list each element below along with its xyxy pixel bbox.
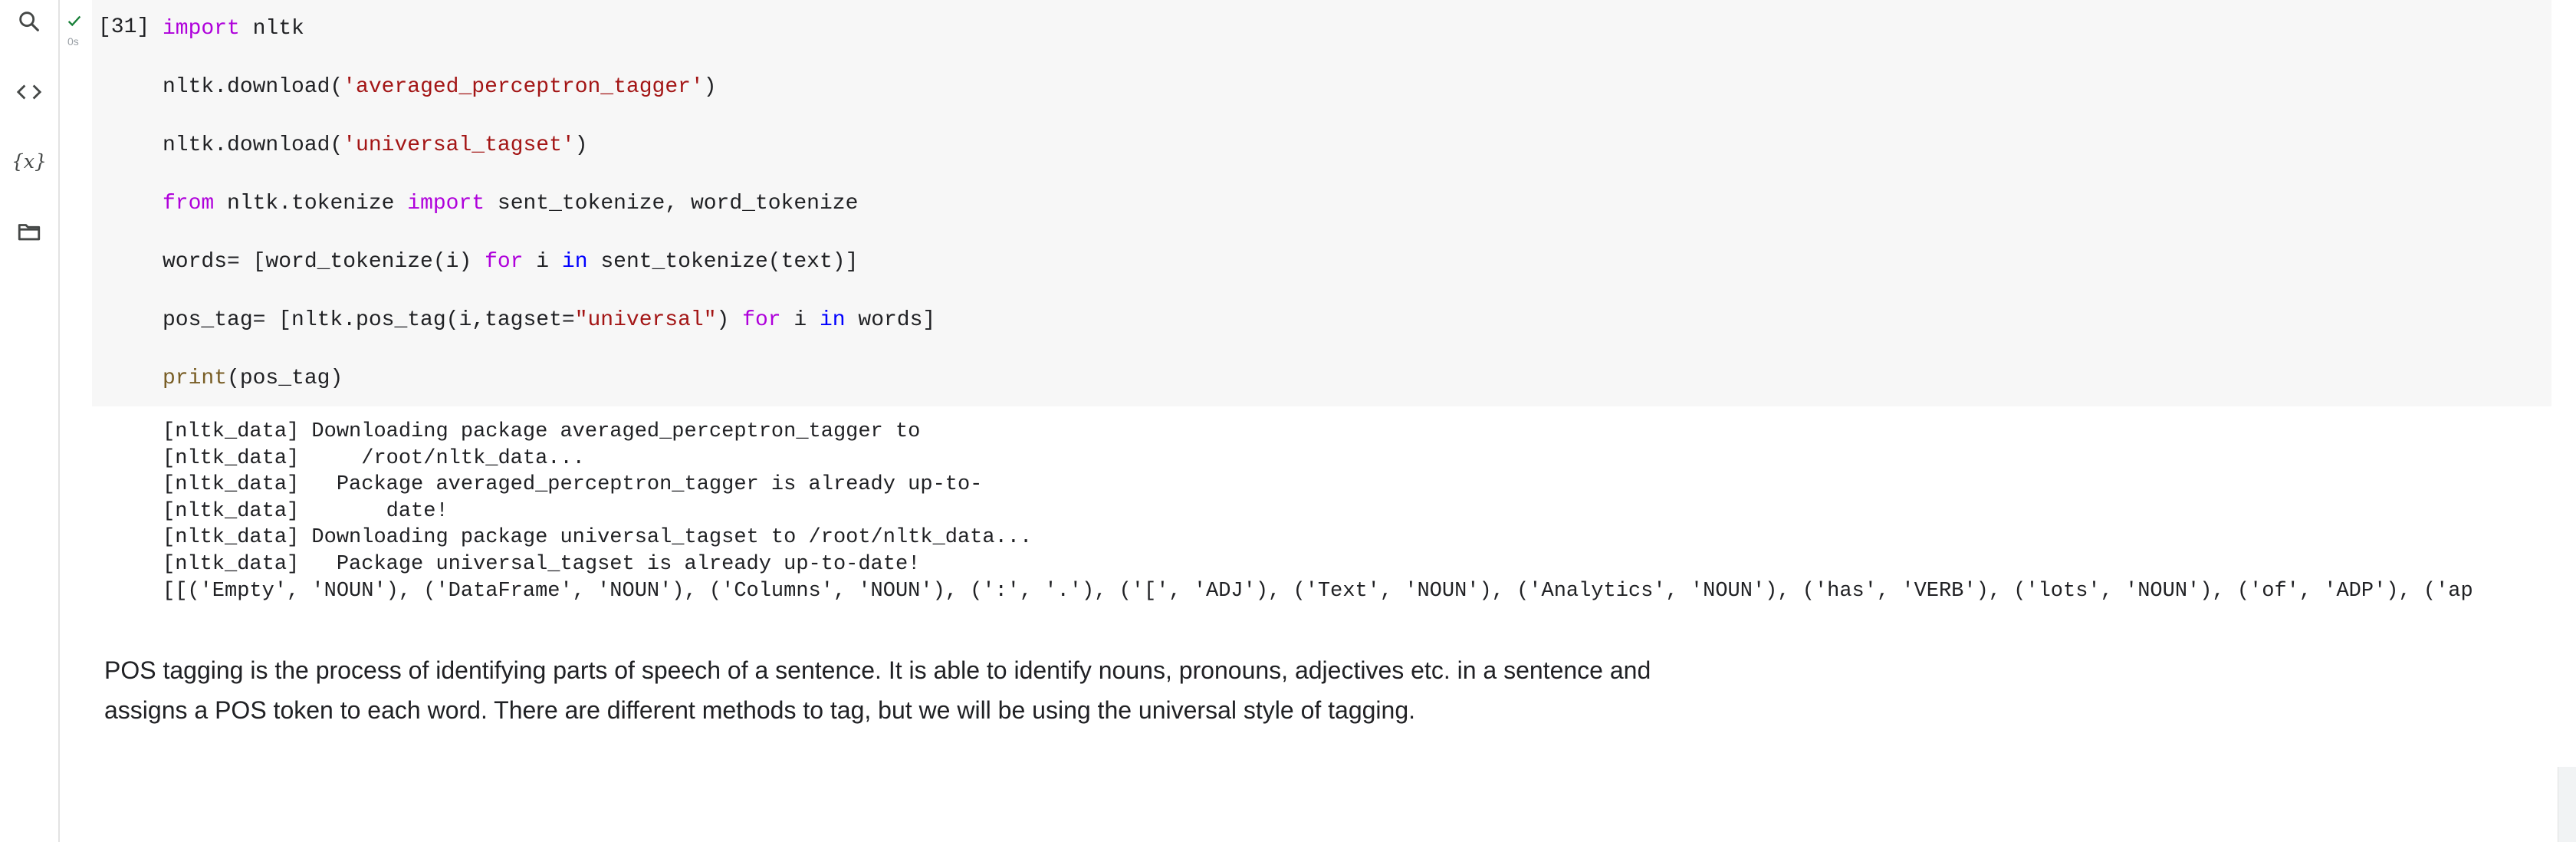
scrollbar[interactable] (2558, 767, 2576, 842)
code-token: nltk.tokenize (214, 192, 408, 215)
code-token: (pos_tag) (227, 367, 343, 390)
code-token: nltk (239, 17, 304, 41)
execution-time: 0s (67, 35, 79, 48)
text-cell-paragraph[interactable]: POS tagging is the process of identifyin… (104, 650, 1684, 730)
output-line: [nltk_data] Package universal_tagset is … (163, 552, 921, 576)
success-check-icon (67, 15, 81, 27)
output-line: [nltk_data] Package averaged_perceptron_… (163, 473, 983, 497)
code-token: words= [word_tokenize(i) (163, 250, 485, 274)
code-token: import (163, 17, 240, 41)
code-token: 'averaged_perceptron_tagger' (343, 75, 704, 99)
code-token: i (523, 250, 562, 274)
code-icon[interactable] (11, 74, 48, 110)
output-line: [nltk_data] Downloading package universa… (163, 526, 1033, 550)
code-line: print(pos_tag) (163, 365, 343, 393)
code-token: from (163, 192, 215, 215)
code-token: ) (716, 308, 743, 332)
code-token: pos_tag= [nltk.pos_tag(i,tagset= (163, 308, 575, 332)
code-token: in (561, 250, 588, 274)
code-token: ) (703, 75, 717, 99)
cell-output: [nltk_data] Downloading package averaged… (163, 419, 2551, 610)
code-line: import nltk (163, 15, 304, 43)
left-sidebar: {x} (0, 0, 60, 842)
code-token: nltk.download( (163, 75, 343, 99)
code-line: nltk.download('universal_tagset') (163, 132, 588, 160)
output-line: [[('Empty', 'NOUN'), ('DataFrame', 'NOUN… (163, 579, 2473, 603)
code-token: in (819, 308, 846, 332)
output-line: [nltk_data] date! (163, 499, 449, 523)
code-token: "universal" (574, 308, 717, 332)
code-token: sent_tokenize, word_tokenize (485, 192, 859, 215)
code-token: import (407, 192, 485, 215)
code-token: print (163, 367, 228, 390)
code-token: 'universal_tagset' (343, 133, 575, 157)
run-cell-button[interactable]: 0s (63, 12, 90, 49)
code-token: words] (845, 308, 936, 332)
variables-icon[interactable]: {x} (11, 143, 48, 179)
code-line: pos_tag= [nltk.pos_tag(i,tagset="univers… (163, 307, 935, 334)
code-token: nltk.download( (163, 133, 343, 157)
execution-count: [31] (98, 15, 150, 39)
code-line: nltk.download('averaged_perceptron_tagge… (163, 74, 717, 101)
search-icon[interactable] (11, 3, 48, 40)
code-token: ) (574, 133, 588, 157)
output-line: [nltk_data] /root/nltk_data... (163, 446, 585, 470)
code-token: for (485, 250, 524, 274)
code-token: sent_tokenize(text)] (587, 250, 859, 274)
code-line: from nltk.tokenize import sent_tokenize,… (163, 190, 858, 218)
output-line: [nltk_data] Downloading package averaged… (163, 420, 921, 443)
code-line: words= [word_tokenize(i) for i in sent_t… (163, 248, 858, 276)
code-token: i (780, 308, 820, 332)
folder-icon[interactable] (11, 213, 48, 250)
code-token: for (742, 308, 781, 332)
